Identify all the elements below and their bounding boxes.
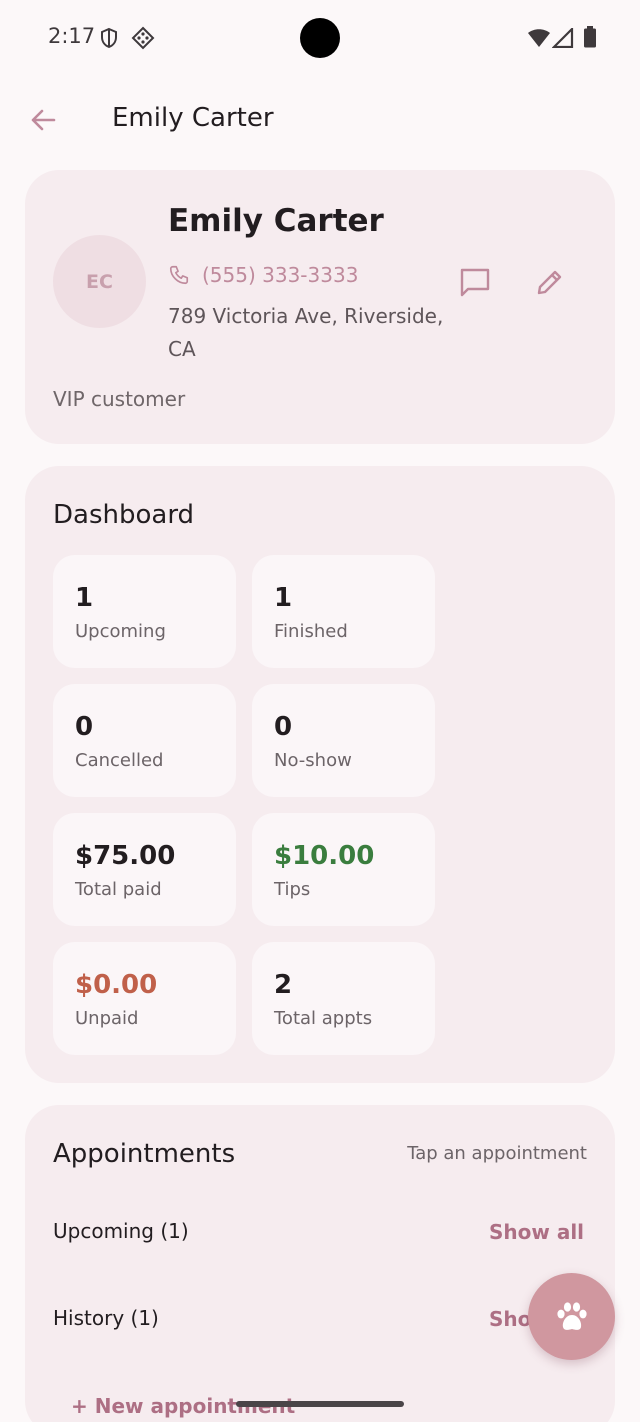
stat-value: $75.00 [75, 841, 176, 871]
appointments-card: Appointments Tap an appointment Upcoming… [25, 1105, 615, 1422]
app-bar: Emily Carter [0, 86, 640, 154]
dashboard-card: Dashboard 1 Upcoming 1 Finished 0 Cancel… [25, 466, 615, 1083]
stat-label: No-show [274, 750, 352, 771]
stat-value: 0 [75, 712, 94, 742]
address: 789 Victoria Ave, Riverside, CA [168, 304, 444, 361]
status-time: 2:17 [48, 24, 96, 48]
stat-value: 1 [274, 583, 293, 613]
back-button[interactable] [18, 98, 68, 142]
stat-value: 1 [75, 583, 94, 613]
battery-icon [583, 26, 597, 52]
page-title: Emily Carter [112, 103, 274, 133]
stat-finished[interactable]: 1 Finished [252, 555, 435, 668]
phone-number: (555) 333-3333 [202, 263, 359, 287]
phone-icon [168, 262, 194, 288]
history-group-label: History (1) [53, 1306, 159, 1330]
stat-total-paid[interactable]: $75.00 Total paid [53, 813, 236, 926]
appointments-title: Appointments [53, 1139, 236, 1169]
stat-label: Cancelled [75, 750, 164, 771]
customer-note: VIP customer [53, 387, 186, 411]
tap-hint: Tap an appointment [407, 1143, 587, 1164]
signal-icon [551, 26, 574, 52]
upcoming-group-label: Upcoming (1) [53, 1219, 189, 1243]
stat-label: Upcoming [75, 621, 166, 642]
show-all-upcoming-button[interactable]: Show all [489, 1220, 584, 1244]
stat-label: Unpaid [75, 1008, 139, 1029]
show-all-history-button[interactable]: Sho [489, 1307, 531, 1331]
stat-label: Total paid [75, 879, 162, 900]
stat-total-appts[interactable]: 2 Total appts [252, 942, 435, 1055]
stat-value: $10.00 [274, 841, 375, 871]
stat-value: $0.00 [75, 970, 158, 1000]
shield-icon [99, 27, 119, 53]
camera-cutout [300, 18, 340, 58]
profile-card: EC Emily Carter (555) 333-3333 789 Victo… [25, 170, 615, 444]
stat-label: Total appts [274, 1008, 373, 1029]
customer-name: Emily Carter [168, 203, 384, 239]
edit-icon [537, 270, 562, 295]
stat-label: Tips [274, 879, 311, 900]
pattern-icon [131, 26, 155, 54]
edit-button[interactable] [530, 262, 570, 302]
home-indicator[interactable] [236, 1401, 404, 1407]
stat-upcoming[interactable]: 1 Upcoming [53, 555, 236, 668]
stat-no-show[interactable]: 0 No-show [252, 684, 435, 797]
paw-icon [556, 1301, 587, 1330]
phone-link[interactable]: (555) 333-3333 [168, 262, 358, 288]
message-icon [460, 268, 490, 297]
status-bar: 2:17 [0, 0, 640, 76]
arrow-left-icon [31, 109, 56, 131]
wifi-icon [527, 28, 551, 52]
stat-cancelled[interactable]: 0 Cancelled [53, 684, 236, 797]
stat-value: 0 [274, 712, 293, 742]
dashboard-title: Dashboard [53, 500, 195, 530]
avatar: EC [53, 235, 146, 328]
message-button[interactable] [455, 262, 495, 302]
stat-unpaid[interactable]: $0.00 Unpaid [53, 942, 236, 1055]
stat-label: Finished [274, 621, 348, 642]
stat-tips[interactable]: $10.00 Tips [252, 813, 435, 926]
avatar-initials: EC [86, 270, 113, 293]
stat-value: 2 [274, 970, 293, 1000]
fab-button[interactable] [528, 1273, 615, 1360]
